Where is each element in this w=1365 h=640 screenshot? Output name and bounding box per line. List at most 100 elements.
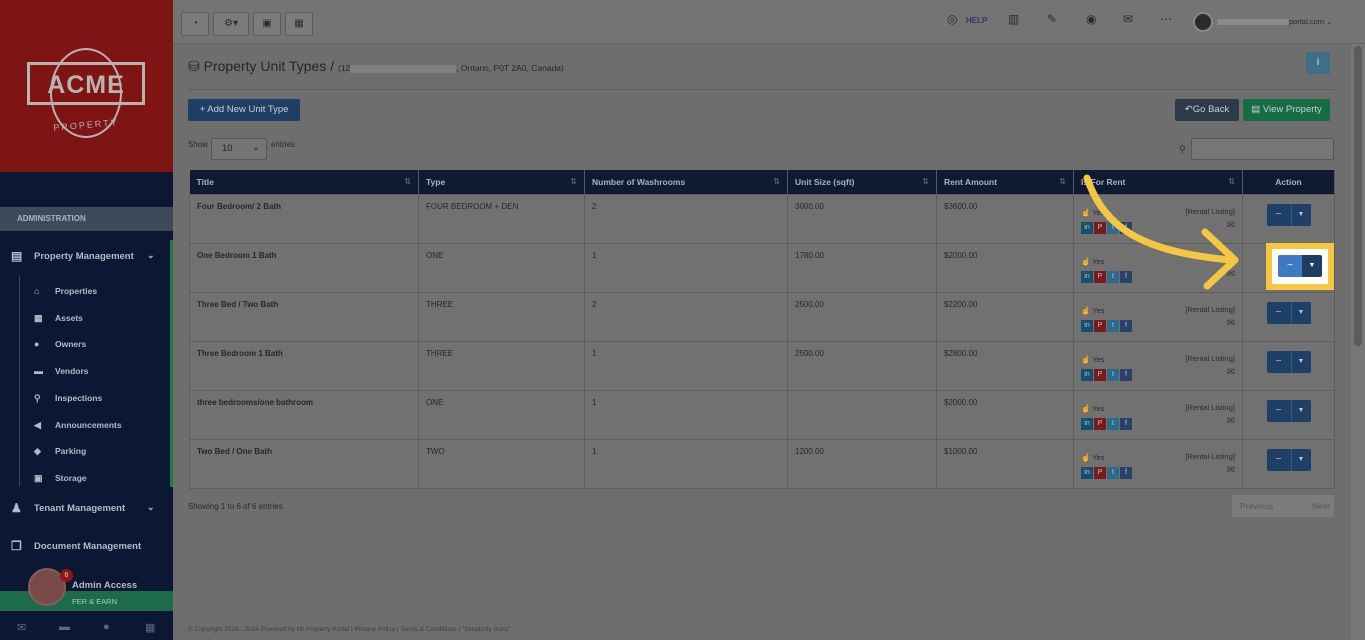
page-scrollbar[interactable] <box>1351 44 1365 640</box>
action-dropdown-toggle[interactable]: ▼ <box>1291 351 1311 373</box>
calculator-button[interactable]: ▦ <box>285 12 313 36</box>
envelope-icon[interactable]: ✉ <box>1227 465 1235 476</box>
add-unit-type-button[interactable]: + Add New Unit Type <box>188 99 300 121</box>
cell-rent: $2000.00 <box>937 390 1074 439</box>
rental-listing-link[interactable]: [Rental Listing] <box>1185 452 1235 461</box>
for-rent-value: Yes <box>1092 404 1104 413</box>
action-main-button[interactable]: − <box>1267 302 1291 324</box>
rental-listing-link[interactable]: [Rental Listing] <box>1185 305 1235 314</box>
pinterest-icon[interactable]: P <box>1094 369 1106 381</box>
cell-title: Three Bedroom 1 Bath <box>190 341 419 390</box>
for-rent-block: ☝ Yes[Rental Listing]✉inPtf <box>1081 349 1235 389</box>
facebook-icon[interactable]: f <box>1120 320 1132 332</box>
action-button-group[interactable]: −▼ <box>1267 351 1311 373</box>
settings-dropdown-button[interactable]: ⚙▾ <box>213 12 249 36</box>
caret-down-icon: ▼ <box>1298 456 1305 463</box>
action-dropdown-toggle[interactable]: ▼ <box>1302 255 1322 277</box>
wrench-icon[interactable]: ✎ <box>1047 12 1057 26</box>
highlighted-action-button[interactable]: − ▼ <box>1266 243 1334 290</box>
dashboard-button[interactable]: ◔ <box>181 12 209 36</box>
previous-page-button[interactable]: Previous <box>1240 501 1273 511</box>
envelope-icon[interactable]: ✉ <box>1227 416 1235 427</box>
action-dropdown-toggle[interactable]: ▼ <box>1291 400 1311 422</box>
col-header-title[interactable]: Title⇅ <box>190 170 419 194</box>
linkedin-icon[interactable]: in <box>1081 467 1093 479</box>
cell-for-rent: ☝ Yes [Rental Listing] ✉ inPtf <box>1074 390 1243 439</box>
entries-select[interactable]: 10⌄ <box>211 138 267 160</box>
envelope-icon[interactable]: ✉ <box>1123 12 1133 26</box>
view-property-button[interactable]: ▤ View Property <box>1243 99 1330 121</box>
linkedin-icon[interactable]: in <box>1081 320 1093 332</box>
nav-label: Admin Access <box>72 580 137 588</box>
twitter-icon[interactable]: t <box>1107 320 1119 332</box>
action-main-button[interactable]: − <box>1267 351 1291 373</box>
briefcase-icon[interactable]: ▬ <box>59 621 70 633</box>
action-main-button[interactable]: − <box>1267 449 1291 471</box>
refer-and-earn-button[interactable]: FER & EARN <box>0 591 173 611</box>
action-dropdown-toggle[interactable]: ▼ <box>1291 204 1311 226</box>
action-button-group[interactable]: −▼ <box>1267 302 1311 324</box>
col-header-washrooms[interactable]: Number of Washrooms⇅ <box>585 170 788 194</box>
home-icon: ⌂ <box>34 286 44 296</box>
search-input[interactable] <box>1191 138 1334 160</box>
pinterest-icon[interactable]: P <box>1094 320 1106 332</box>
bar-chart-icon[interactable]: ▥ <box>1008 12 1019 26</box>
minus-icon: − <box>1276 405 1282 416</box>
cell-type: ONE <box>419 243 585 292</box>
rental-listing-link[interactable]: [Rental Listing] <box>1185 403 1235 412</box>
action-button-group[interactable]: −▼ <box>1267 204 1311 226</box>
calculator-icon[interactable]: ▦ <box>145 621 155 634</box>
user-icon[interactable]: ● <box>103 621 110 633</box>
twitter-icon[interactable]: t <box>1107 418 1119 430</box>
linkedin-icon[interactable]: in <box>1081 369 1093 381</box>
facebook-icon[interactable]: f <box>1120 467 1132 479</box>
pinterest-icon[interactable]: P <box>1094 467 1106 479</box>
twitter-icon[interactable]: t <box>1107 369 1119 381</box>
action-main-button[interactable]: − <box>1267 204 1291 226</box>
facebook-icon[interactable]: f <box>1120 418 1132 430</box>
action-dropdown-toggle[interactable]: ▼ <box>1291 302 1311 324</box>
rental-listing-link[interactable]: [Rental Listing] <box>1185 354 1235 363</box>
user-avatar[interactable] <box>1193 12 1213 32</box>
nav-label: Storage <box>55 473 87 483</box>
header-label: Type <box>426 177 445 187</box>
table-row: Three Bedroom 1 BathTHREE12500.00$2800.0… <box>190 341 1335 390</box>
go-back-button[interactable]: ↶Go Back <box>1175 99 1239 121</box>
nav-label: Parking <box>55 446 86 456</box>
logo[interactable]: ACME <box>27 62 145 105</box>
envelope-icon[interactable]: ✉ <box>1227 318 1235 329</box>
action-main-button[interactable]: − <box>1267 400 1291 422</box>
cell-action: −▼ <box>1243 341 1335 390</box>
for-rent-status: ☝ Yes <box>1081 306 1105 315</box>
lifebuoy-icon[interactable]: ◎ <box>947 12 957 26</box>
table-row: three bedrooms/one bathroomONE1$2000.00☝… <box>190 390 1335 439</box>
action-dropdown-toggle[interactable]: ▼ <box>1291 449 1311 471</box>
action-button-group[interactable]: −▼ <box>1267 400 1311 422</box>
info-button[interactable]: i <box>1306 52 1330 74</box>
for-rent-status: ☝ Yes <box>1081 404 1105 413</box>
help-link[interactable]: HELP <box>966 16 987 25</box>
users-icon: ♟ <box>11 501 25 515</box>
nav-admin-access[interactable]: Admin Access <box>0 578 173 588</box>
action-button-group[interactable]: −▼ <box>1267 449 1311 471</box>
col-header-type[interactable]: Type⇅ <box>419 170 585 194</box>
user-menu[interactable]: portal.com ⌄ <box>1217 17 1337 25</box>
more-icon[interactable]: ⋯ <box>1160 12 1172 26</box>
next-page-button[interactable]: Next <box>1312 501 1329 511</box>
mail-icon[interactable]: ✉ <box>17 621 26 634</box>
envelope-icon[interactable]: ✉ <box>1227 367 1235 378</box>
eye-icon[interactable]: ◉ <box>1086 12 1096 26</box>
col-header-rent[interactable]: Rent Amount⇅ <box>937 170 1074 194</box>
cell-size: 2500.00 <box>788 292 937 341</box>
submenu-line <box>19 276 20 486</box>
action-main-button[interactable]: − <box>1278 255 1302 277</box>
scrollbar-thumb[interactable] <box>1354 46 1362 346</box>
calendar-button[interactable]: ▣ <box>253 12 281 36</box>
pinterest-icon[interactable]: P <box>1094 418 1106 430</box>
col-header-unit-size[interactable]: Unit Size (sqft)⇅ <box>788 170 937 194</box>
table-icon: ▦ <box>34 313 44 324</box>
guide-arrow-icon <box>1075 170 1255 300</box>
twitter-icon[interactable]: t <box>1107 467 1119 479</box>
linkedin-icon[interactable]: in <box>1081 418 1093 430</box>
facebook-icon[interactable]: f <box>1120 369 1132 381</box>
